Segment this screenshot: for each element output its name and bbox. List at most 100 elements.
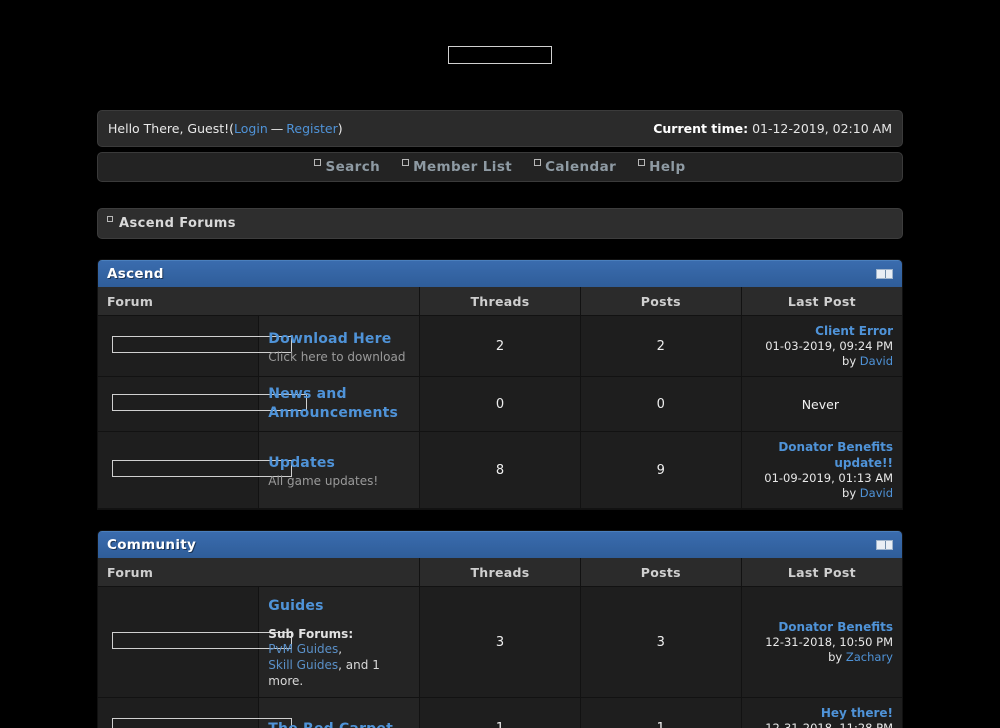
category-ascend: Ascend Forum Threads Posts Last Post (97, 259, 903, 510)
broken-image-icon (402, 159, 409, 166)
forum-info-cell: The Red Carpet (259, 698, 420, 728)
broken-image-icon (314, 159, 321, 166)
login-link[interactable]: Login (234, 121, 268, 136)
forum-info-cell: Guides Sub Forums: PvM Guides, Skill Gui… (259, 587, 420, 698)
forum-info-cell: Download Here Click here to download (259, 316, 420, 377)
nav-label-help: Help (649, 158, 685, 176)
welcome-bar: Hello There, Guest!(Login—Register) Curr… (97, 110, 903, 147)
forum-description: Click here to download (268, 350, 409, 365)
forum-posts-count: 9 (580, 432, 741, 509)
column-header-forum: Forum (98, 558, 420, 587)
nav-label-member-list: Member List (413, 158, 512, 176)
lastpost-author-link[interactable]: David (860, 486, 893, 500)
register-link[interactable]: Register (286, 121, 337, 136)
current-time-block: Current time: 01-12-2019, 02:10 AM (653, 121, 892, 136)
greeting-dash: — (268, 121, 287, 136)
current-time-label: Current time: (653, 121, 748, 136)
forum-icon-cell (98, 377, 259, 432)
subforums-label: Sub Forums: (268, 627, 409, 641)
paren-close: ) (338, 121, 343, 136)
broken-image-icon (534, 159, 541, 166)
forum-icon-cell (98, 587, 259, 698)
breadcrumb: Ascend Forums (97, 208, 903, 239)
lastpost-by-label: by (828, 650, 842, 664)
forum-lastpost-cell: Donator Benefits update!! 01-09-2019, 01… (741, 432, 902, 509)
forum-threads-count: 8 (420, 432, 581, 509)
column-header-forum: Forum (98, 287, 420, 316)
forum-link-download-here[interactable]: Download Here (268, 330, 391, 349)
page-container: Hello There, Guest!(Login—Register) Curr… (97, 110, 903, 728)
breadcrumb-root-label[interactable]: Ascend Forums (119, 216, 236, 231)
lastpost-author-line: by David (748, 354, 893, 369)
lastpost-date: 12-31-2018, 11:28 PM (748, 721, 893, 728)
forum-status-broken-image-icon[interactable] (112, 460, 292, 477)
table-row: The Red Carpet 1 1 Hey there! 12-31-2018… (98, 698, 902, 728)
forum-posts-count: 1 (580, 698, 741, 728)
column-header-lastpost: Last Post (741, 287, 902, 316)
forum-link-news-and-announcements[interactable]: News and Announcements (268, 385, 409, 423)
category-community: Community Forum Threads Posts Last Post (97, 530, 903, 728)
nav-item-member-list[interactable]: Member List (402, 158, 512, 176)
forum-lastpost-cell: Client Error 01-03-2019, 09:24 PM by Dav… (741, 316, 902, 377)
lastpost-thread-link[interactable]: Donator Benefits update!! (748, 439, 893, 471)
column-header-threads: Threads (420, 558, 581, 587)
column-header-lastpost: Last Post (741, 558, 902, 587)
collapse-toggle-icon[interactable] (876, 269, 893, 279)
forum-status-broken-image-icon[interactable] (112, 336, 292, 353)
broken-image-icon (638, 159, 645, 166)
category-title-ascend[interactable]: Ascend (107, 266, 164, 282)
column-header-posts: Posts (580, 287, 741, 316)
lastpost-author-link[interactable]: David (860, 354, 893, 368)
forum-threads-count: 0 (420, 377, 581, 432)
welcome-greeting-text: Hello There, Guest! (108, 121, 229, 136)
table-row: Download Here Click here to download 2 2… (98, 316, 902, 377)
lastpost-thread-link[interactable]: Donator Benefits (748, 619, 893, 635)
forum-info-cell: Updates All game updates! (259, 432, 420, 509)
category-title-community[interactable]: Community (107, 537, 196, 553)
nav-item-search[interactable]: Search (314, 158, 380, 176)
forum-link-the-red-carpet[interactable]: The Red Carpet (268, 720, 393, 728)
forum-description: All game updates! (268, 474, 409, 489)
category-header-ascend: Ascend (98, 260, 902, 287)
lastpost-author-link[interactable]: Zachary (846, 650, 893, 664)
broken-image-icon (107, 216, 113, 222)
subforums-list: PvM Guides, Skill Guides, and 1 more. (268, 641, 409, 689)
forum-posts-count: 2 (580, 316, 741, 377)
lastpost-author-line: by David (748, 486, 893, 501)
forum-link-guides[interactable]: Guides (268, 597, 323, 616)
subforum-link-skill-guides[interactable]: Skill Guides (268, 658, 338, 672)
site-logo-area (0, 0, 1000, 110)
lastpost-thread-link[interactable]: Client Error (748, 323, 893, 339)
forum-threads-count: 3 (420, 587, 581, 698)
nav-label-search: Search (325, 158, 380, 176)
forum-link-updates[interactable]: Updates (268, 454, 335, 473)
lastpost-thread-link[interactable]: Hey there! (748, 705, 893, 721)
forum-threads-count: 1 (420, 698, 581, 728)
forum-threads-count: 2 (420, 316, 581, 377)
column-header-threads: Threads (420, 287, 581, 316)
table-header-row: Forum Threads Posts Last Post (98, 558, 902, 587)
subforum-link-pvm-guides[interactable]: PvM Guides (268, 642, 338, 656)
lastpost-date: 01-09-2019, 01:13 AM (748, 471, 893, 486)
nav-item-help[interactable]: Help (638, 158, 685, 176)
site-logo-broken-image-icon[interactable] (448, 46, 552, 64)
current-time-value: 01-12-2019, 02:10 AM (752, 121, 892, 136)
lastpost-by-label: by (842, 354, 856, 368)
lastpost-date: 01-03-2019, 09:24 PM (748, 339, 893, 354)
collapse-toggle-icon[interactable] (876, 540, 893, 550)
forum-icon-cell (98, 698, 259, 728)
forum-lastpost-cell: Never (741, 377, 902, 432)
category-header-community: Community (98, 531, 902, 558)
table-row: Guides Sub Forums: PvM Guides, Skill Gui… (98, 587, 902, 698)
table-row: Updates All game updates! 8 9 Donator Be… (98, 432, 902, 509)
column-header-posts: Posts (580, 558, 741, 587)
main-navigation: Search Member List Calendar Help (97, 152, 903, 182)
forum-status-broken-image-icon[interactable] (112, 632, 292, 649)
nav-item-calendar[interactable]: Calendar (534, 158, 616, 176)
lastpost-by-label: by (842, 486, 856, 500)
lastpost-date: 12-31-2018, 10:50 PM (748, 635, 893, 650)
lastpost-author-line: by Zachary (748, 650, 893, 665)
forum-lastpost-cell: Donator Benefits 12-31-2018, 10:50 PM by… (741, 587, 902, 698)
forum-icon-cell (98, 432, 259, 509)
forum-status-broken-image-icon[interactable] (112, 718, 292, 728)
